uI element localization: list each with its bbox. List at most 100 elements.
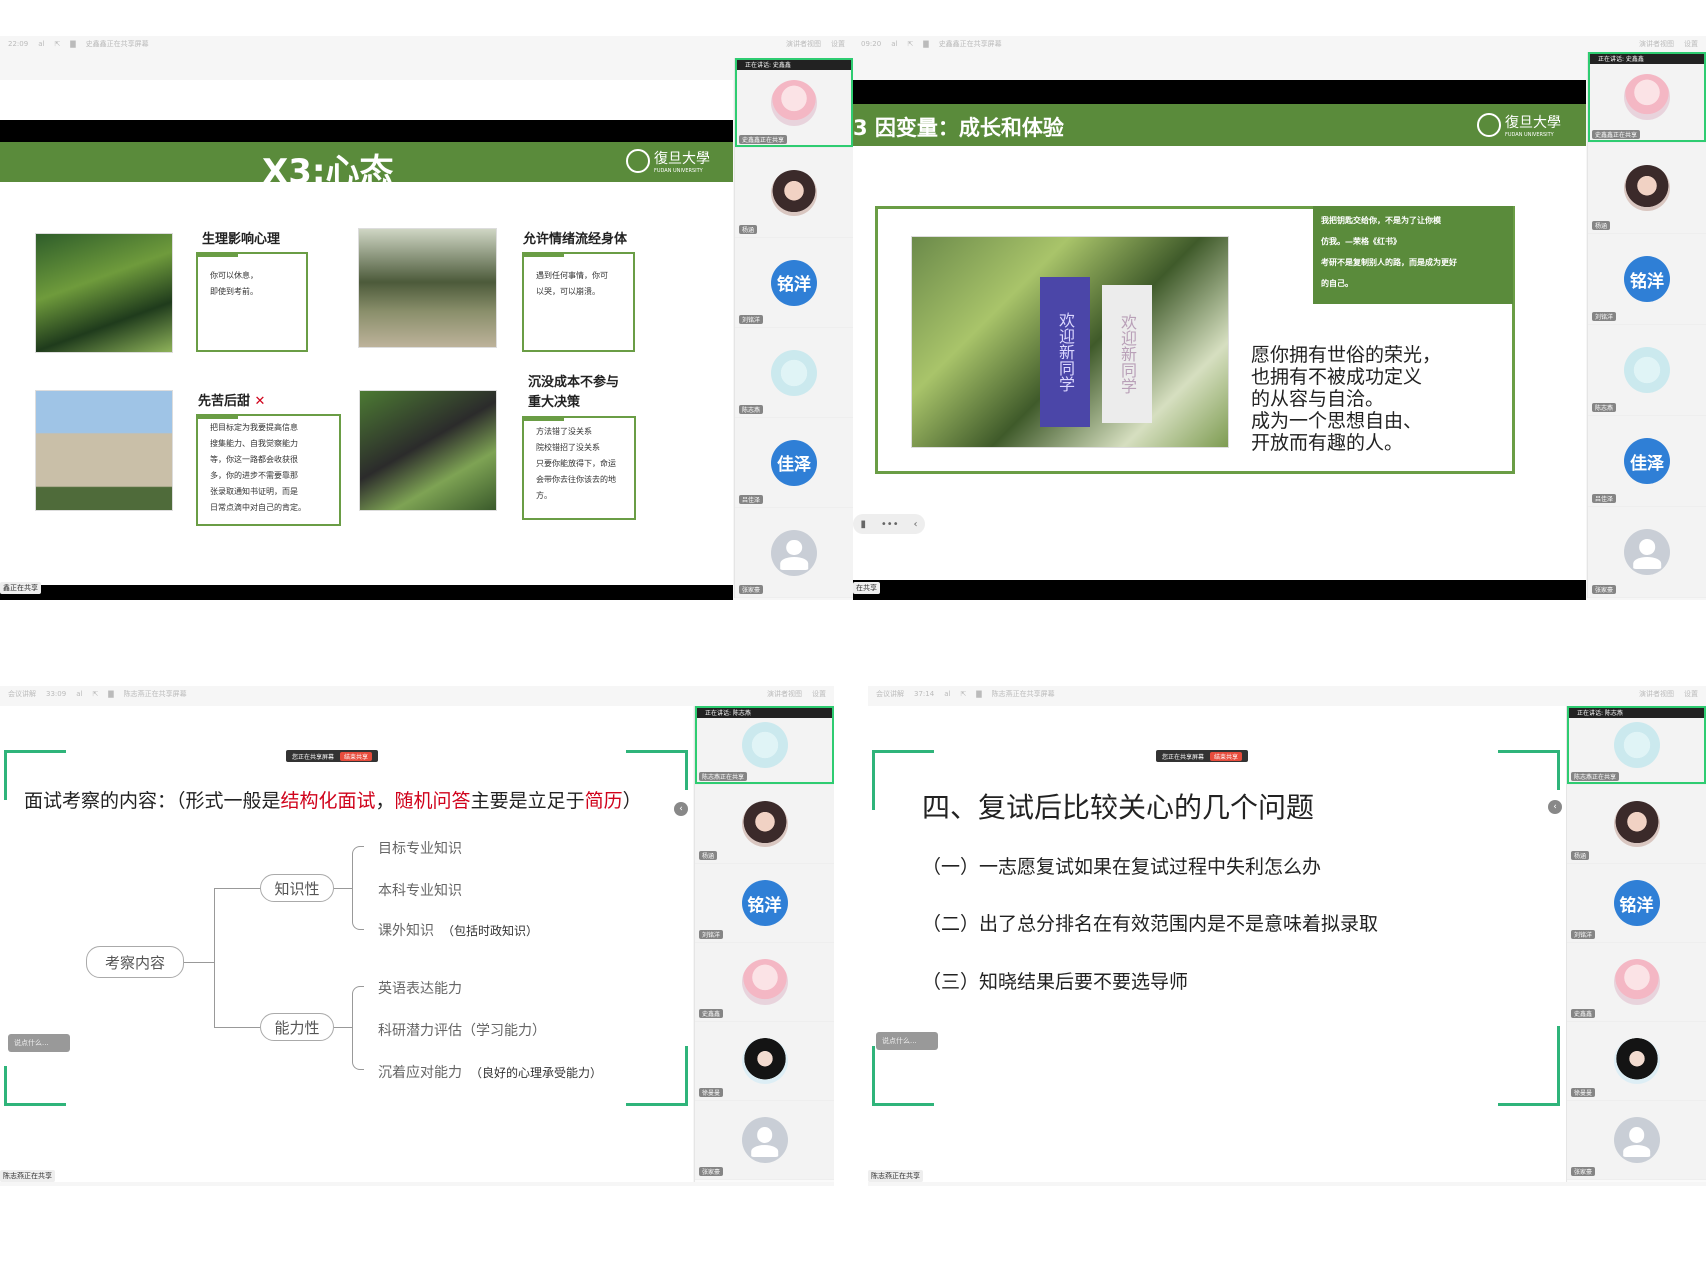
participant-tile[interactable]: 陈志燕正在共享 正在讲话: 陈志燕	[695, 706, 834, 785]
participant-tile[interactable]: 杨涵	[735, 148, 853, 238]
topbar-item[interactable]: 会议讲解	[876, 689, 904, 699]
participant-name: 刘铭洋	[1571, 930, 1596, 939]
avatar: 佳泽	[1624, 438, 1670, 484]
title-band: 3 因变量：成长和体验 復旦大學 FUDAN UNIVERSITY	[853, 104, 1586, 146]
collapse-arrow-icon[interactable]: ‹	[674, 802, 688, 816]
topbar-item[interactable]: 陈志燕正在共享屏幕	[992, 689, 1055, 699]
heading-text: 面试考察的内容：（形式一般是	[24, 790, 281, 812]
screen-share-bar[interactable]: 您正在共享屏幕 结束共享	[286, 750, 379, 762]
topbar-item[interactable]: 演讲者视图	[767, 689, 802, 699]
avatar	[1624, 165, 1670, 211]
participant-rail: 陈志燕正在共享 正在讲话: 陈志燕 杨涵 铭洋 刘铭洋 史鑫鑫 徐曼曼张家豪	[1566, 706, 1706, 1182]
topbar-right: 演讲者视图 设置	[767, 689, 826, 699]
participant-tile[interactable]: 张家豪	[695, 1101, 834, 1180]
participant-tile[interactable]: 张家豪	[735, 508, 853, 598]
heading-highlight: 结构化面试	[280, 790, 376, 812]
participant-rail: 陈志燕正在共享 正在讲话: 陈志燕 杨涵 铭洋 刘铭洋 史鑫鑫 徐曼曼 张家豪	[694, 706, 834, 1182]
avatar	[1613, 1117, 1660, 1163]
topbar-item[interactable]: 设置	[831, 39, 845, 49]
topbar-item[interactable]: al	[944, 690, 950, 698]
participant-tile[interactable]: 杨涵	[1567, 785, 1706, 864]
black-band	[0, 585, 733, 600]
topbar-item[interactable]: al	[76, 690, 82, 698]
logo-cn: 復旦大學	[1505, 115, 1561, 131]
topbar-item[interactable]: 22:09	[8, 40, 28, 48]
topbar-item[interactable]: 陈志燕正在共享屏幕	[124, 689, 187, 699]
participant-tile[interactable]: 铭洋 刘铭洋	[735, 238, 853, 328]
title-band: X3:心态 復旦大學 FUDAN UNIVERSITY	[0, 142, 733, 192]
topbar-item[interactable]: ▇	[923, 40, 928, 48]
topbar-right: 演讲者视图 设置	[786, 39, 845, 49]
participant-name: 杨涵	[739, 225, 758, 234]
slide-controls[interactable]: ▮ ••• ‹	[853, 514, 925, 534]
participant-name: 陈志燕	[1592, 403, 1617, 412]
avatar: 铭洋	[1624, 256, 1670, 302]
participant-tile[interactable]: 佳泽 吕佳泽	[735, 418, 853, 508]
share-status-text: 您正在共享屏幕	[292, 753, 335, 761]
topbar-item[interactable]: ⇱	[54, 40, 60, 48]
photo-forest-path	[358, 228, 497, 348]
participant-tile[interactable]: 张家豪	[1588, 507, 1706, 598]
topbar-item[interactable]: ⇱	[92, 690, 98, 698]
body-line: 也拥有不被成功定义	[1251, 366, 1423, 388]
topbar-item[interactable]: ⇱	[907, 40, 913, 48]
topbar-item[interactable]: 史鑫鑫正在共享屏幕	[86, 39, 149, 49]
participant-tile[interactable]: 史鑫鑫	[1567, 943, 1706, 1022]
topbar-item[interactable]: 设置	[1684, 39, 1698, 49]
topbar-item[interactable]: 演讲者视图	[1639, 689, 1674, 699]
card-text: 以哭，可以崩溃。	[536, 287, 600, 296]
participant-tile[interactable]: 史鑫鑫正在共享 正在讲话: 史鑫鑫	[1588, 52, 1706, 143]
topbar-item[interactable]: al	[38, 40, 44, 48]
topbar-item[interactable]: 设置	[812, 689, 826, 699]
topbar-item[interactable]: ⇱	[960, 690, 966, 698]
more-icon[interactable]: •••	[881, 519, 899, 530]
chevron-left-icon[interactable]: ‹	[914, 519, 918, 530]
end-share-button[interactable]: 结束共享	[340, 751, 373, 761]
participant-tile[interactable]: 史鑫鑫	[695, 943, 834, 1022]
participant-tile[interactable]: 徐曼曼	[1567, 1022, 1706, 1101]
avatar	[771, 79, 817, 126]
topbar-item[interactable]: ▇	[108, 690, 113, 698]
topbar-item[interactable]: 09:20	[861, 40, 881, 48]
avatar	[1613, 959, 1660, 1005]
participant-tile[interactable]: 陈志燕正在共享 正在讲话: 陈志燕	[1567, 706, 1706, 785]
card-text: 院校错招了没关系	[536, 443, 600, 452]
video-icon[interactable]: ▮	[860, 519, 866, 530]
screen-share-bar[interactable]: 您正在共享屏幕 结束共享	[1156, 750, 1249, 762]
collapse-arrow-icon[interactable]: ‹	[1548, 800, 1562, 814]
participant-tile[interactable]: 杨涵	[695, 785, 834, 864]
topbar-item[interactable]: 会议讲解	[8, 689, 36, 699]
topbar-item[interactable]: 33:09	[46, 690, 66, 698]
body-line: 愿你拥有世俗的荣光，	[1251, 344, 1442, 366]
chat-input-chip[interactable]: 说点什么...	[8, 1034, 70, 1052]
participant-tile[interactable]: 铭洋 刘铭洋	[1567, 864, 1706, 943]
participant-tile[interactable]: 杨涵	[1588, 143, 1706, 234]
participant-tile[interactable]: 徐曼曼	[695, 1022, 834, 1101]
topbar-item[interactable]: al	[891, 40, 897, 48]
avatar: 铭洋	[741, 880, 788, 926]
bracket-tr	[1498, 750, 1560, 790]
participant-tile[interactable]: 陈志燕	[735, 328, 853, 418]
photo-building	[35, 390, 173, 511]
end-share-button[interactable]: 结束共享	[1210, 751, 1243, 761]
participant-tile[interactable]: 陈志燕	[1588, 325, 1706, 416]
topbar-item[interactable]: ▇	[976, 690, 981, 698]
participant-tile[interactable]: 佳泽 吕佳泽	[1588, 416, 1706, 507]
participant-tile[interactable]: 铭洋 刘铭洋	[695, 864, 834, 943]
topbar-item[interactable]: ▇	[70, 40, 75, 48]
participant-name: 张家豪	[1571, 1167, 1596, 1176]
connector	[214, 888, 260, 889]
meeting-topbar: 会议讲解 33:09 al ⇱ ▇ 陈志燕正在共享屏幕 演讲者视图 设置	[0, 686, 834, 702]
topbar-item[interactable]: 史鑫鑫正在共享屏幕	[939, 39, 1002, 49]
topbar-item[interactable]: 37:14	[914, 690, 934, 698]
topbar-item[interactable]: 设置	[1684, 689, 1698, 699]
participant-tile[interactable]: 张家豪	[1567, 1101, 1706, 1180]
body-line: 的从容与自洽。	[1251, 388, 1385, 410]
topbar-item[interactable]: 演讲者视图	[786, 39, 821, 49]
leaf-text: 科研潜力评估（学习能力）	[378, 1023, 546, 1039]
participant-tile[interactable]: 铭洋 刘铭洋	[1588, 234, 1706, 325]
participant-tile[interactable]: 史鑫鑫正在共享 正在讲话: 史鑫鑫	[735, 58, 853, 148]
topbar-item[interactable]: 演讲者视图	[1639, 39, 1674, 49]
chat-input-chip[interactable]: 说点什么...	[876, 1032, 938, 1050]
mindmap-leaf: 目标专业知识	[378, 838, 462, 858]
